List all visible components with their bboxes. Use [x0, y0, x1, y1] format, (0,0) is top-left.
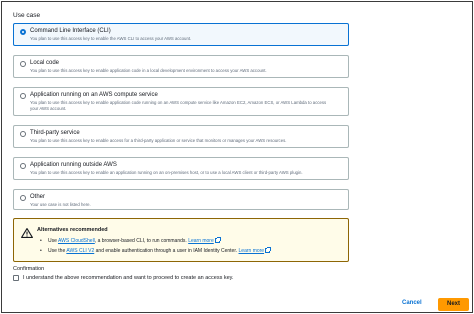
radio-button[interactable]	[20, 195, 26, 201]
option-title: Application running outside AWS	[30, 162, 117, 168]
option-description: You plan to use this access key to enabl…	[30, 36, 192, 41]
alert-line-cloudshell: • Use AWS CloudShell, a browser-based CLI…	[40, 237, 221, 244]
bullet: •	[40, 238, 42, 244]
option-title: Command Line Interface (CLI)	[30, 28, 111, 34]
alternatives-alert: Alternatives recommended • Use AWS CloudS…	[13, 218, 349, 262]
cloudshell-link[interactable]: AWS CloudShell	[58, 238, 95, 244]
page-frame: Use case Command Line Interface (CLI) Yo…	[1, 1, 473, 313]
option-description: Your use case is not listed here.	[30, 202, 91, 207]
option-title: Third-party service	[30, 130, 80, 136]
confirmation-checkbox-label[interactable]: I understand the above recommendation an…	[23, 275, 234, 281]
warning-icon	[21, 228, 33, 238]
alert-line-cli-v2: • Use the AWS CLI V2 and enable authentic…	[40, 247, 272, 254]
option-description: You plan to use this access key to enabl…	[30, 100, 327, 111]
radio-button[interactable]	[20, 29, 26, 35]
alert-text: , a browser-based CLI, to run commands.	[94, 238, 187, 244]
option-description: You plan to use this access key to enabl…	[30, 68, 267, 73]
external-link-icon[interactable]	[214, 237, 221, 244]
option-third-party[interactable]: Third-party service You plan to use this…	[13, 125, 349, 148]
confirmation-label: Confirmation	[13, 266, 45, 272]
learn-more-link[interactable]: Learn more	[188, 238, 214, 244]
option-cli[interactable]: Command Line Interface (CLI) You plan to…	[13, 23, 349, 46]
option-outside-aws[interactable]: Application running outside AWS You plan…	[13, 157, 349, 180]
cli-v2-link[interactable]: AWS CLI V2	[66, 248, 94, 254]
option-other[interactable]: Other Your use case is not listed here.	[13, 189, 349, 210]
option-description: You plan to use this access key to enabl…	[30, 170, 303, 175]
option-title: Other	[30, 194, 46, 200]
cancel-button[interactable]: Cancel	[402, 300, 422, 306]
option-aws-compute[interactable]: Application running on an AWS compute se…	[13, 87, 349, 116]
radio-button[interactable]	[20, 93, 26, 99]
alert-title: Alternatives recommended	[37, 227, 108, 233]
option-title: Application running on an AWS compute se…	[30, 92, 158, 98]
alert-text: and enable authentication through a user…	[94, 248, 238, 254]
option-description: You plan to use this access key to enabl…	[30, 138, 287, 143]
radio-button[interactable]	[20, 61, 26, 67]
external-link-icon[interactable]	[265, 247, 272, 254]
learn-more-link[interactable]: Learn more	[239, 248, 265, 254]
next-button[interactable]: Next	[438, 298, 469, 311]
option-local-code[interactable]: Local code You plan to use this access k…	[13, 55, 349, 78]
radio-button[interactable]	[20, 163, 26, 169]
alert-text: Use	[48, 238, 59, 244]
use-case-label: Use case	[13, 12, 41, 19]
option-title: Local code	[30, 60, 60, 66]
radio-button[interactable]	[20, 131, 26, 137]
bullet: •	[40, 248, 42, 254]
confirmation-checkbox[interactable]	[13, 275, 19, 281]
alert-text: Use the	[48, 248, 67, 254]
